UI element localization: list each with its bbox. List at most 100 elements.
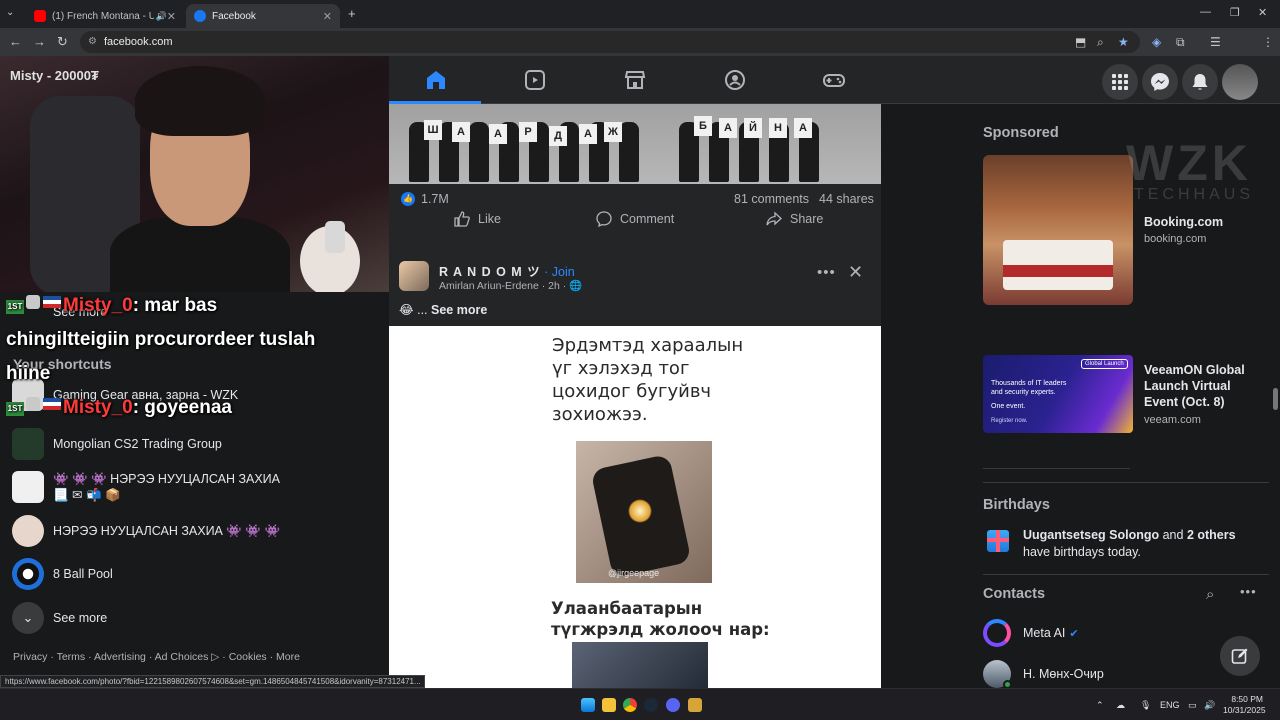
browser-menu-icon[interactable]: ⋮ — [1262, 35, 1274, 49]
veeam-ad-image[interactable]: Global Launch Thousands of IT leaders an… — [983, 355, 1133, 433]
zoom-icon[interactable]: ⌕ — [1097, 35, 1104, 50]
show-hidden-icons[interactable]: ⌃ — [1096, 700, 1104, 711]
maximize-icon[interactable]: ❐ — [1230, 6, 1240, 19]
meme-line: Улаанбаатарын — [551, 599, 703, 618]
bookmark-star-icon[interactable]: ★ — [1118, 35, 1129, 49]
see-more-link[interactable]: See more — [431, 303, 487, 317]
sponsored-heading: Sponsored — [983, 125, 1059, 141]
clock[interactable]: 8:50 PM 10/31/2025 — [1223, 694, 1266, 716]
volume-icon[interactable]: 🔊 — [1204, 700, 1215, 711]
discord-icon[interactable] — [666, 698, 680, 712]
post-time[interactable]: 2h — [548, 280, 560, 292]
post-photo[interactable]: Ш А А Р Д А Ж Б А Й Н А — [389, 104, 881, 184]
shortcut-label: 👾 👾 👾 НЭРЭЭ НУУЦАЛСАН ЗАХИА 📃 ✉ 📬 📦 — [53, 472, 281, 502]
shortcut-item[interactable]: НЭРЭЭ НУУЦАЛСАН ЗАХИА 👾 👾 👾 — [12, 515, 280, 547]
forward-icon[interactable]: → — [33, 34, 46, 49]
footer-ad-choices[interactable]: Ad Choices — [155, 651, 209, 663]
footer-cookies[interactable]: Cookies — [229, 651, 267, 663]
page-scrollbar[interactable] — [1270, 104, 1280, 688]
like-reaction-icon: 👍 — [401, 192, 415, 206]
network-icon[interactable]: ▭ — [1188, 700, 1197, 711]
post-author[interactable]: Amirlan Ariun-Erdene — [439, 280, 539, 292]
chat-username: Misty_0 — [63, 295, 133, 316]
see-more-button[interactable]: ⌄ See more — [12, 602, 107, 634]
close-tab-icon[interactable]: ✕ — [323, 10, 332, 23]
photo-person — [469, 122, 489, 182]
home-icon[interactable] — [424, 68, 448, 92]
site-info-icon[interactable]: ⚙ — [88, 36, 97, 47]
scrollbar-thumb[interactable] — [1273, 388, 1278, 410]
chat-badge — [26, 397, 40, 411]
group-name[interactable]: R A N D O M ツ — [439, 265, 541, 279]
tab-youtube[interactable]: (1) French Montana - Unfor 🔊 ✕ — [26, 4, 184, 28]
reload-icon[interactable]: ↻ — [57, 34, 68, 50]
contact-item[interactable]: Н. Мөнх-Очир — [983, 660, 1104, 689]
install-icon[interactable]: ⬒ — [1075, 35, 1086, 49]
booking-ad-image[interactable] — [983, 155, 1133, 305]
mic-icon[interactable]: 🎙 — [1140, 700, 1151, 711]
shortcut-item[interactable]: Mongolian CS2 Trading Group — [12, 428, 222, 460]
traffic-photo — [572, 642, 708, 688]
url-input[interactable]: ⚙ facebook.com — [80, 31, 1140, 53]
close-tab-icon[interactable]: ✕ — [167, 10, 176, 23]
onedrive-icon[interactable]: ☁ — [1116, 700, 1125, 711]
extensions-puzzle-icon[interactable]: ⧉ — [1176, 35, 1185, 50]
messenger-button[interactable] — [1142, 64, 1178, 100]
ad-name[interactable]: VeeamON Global Launch Virtual Event (Oct… — [1144, 362, 1254, 410]
menu-grid-button[interactable] — [1102, 64, 1138, 100]
shortcut-item[interactable]: 8 Ball Pool — [12, 558, 113, 590]
reels-icon[interactable] — [523, 68, 547, 92]
contacts-options-icon[interactable]: ••• — [1240, 584, 1257, 599]
back-icon[interactable]: ← — [9, 34, 22, 49]
chat-message: 1ST Misty_0: goyeenaa — [6, 397, 232, 419]
contacts-search-icon[interactable]: ⌕ — [1206, 586, 1214, 603]
tab-search-button[interactable]: ⌄ — [6, 7, 14, 18]
reaction-count[interactable]: 👍 1.7M — [401, 192, 449, 206]
streamer-hair — [135, 66, 265, 136]
gaming-icon[interactable] — [822, 68, 846, 92]
notifications-button[interactable] — [1182, 64, 1218, 100]
share-button[interactable]: Share — [766, 204, 823, 234]
contact-item[interactable]: Meta AI ✔ — [983, 619, 1079, 647]
tab-facebook[interactable]: Facebook ✕ — [186, 4, 340, 28]
shortcut-item[interactable]: 👾 👾 👾 НЭРЭЭ НУУЦАЛСАН ЗАХИА 📃 ✉ 📬 📦 — [12, 471, 293, 503]
extension-icon[interactable]: ◈ — [1152, 35, 1161, 49]
chrome-icon[interactable] — [623, 698, 637, 712]
chat-badge: 1ST — [6, 402, 24, 416]
groups-icon[interactable] — [723, 68, 747, 92]
share-count[interactable]: 44 shares — [819, 192, 874, 206]
ad-domain[interactable]: veeam.com — [1144, 414, 1201, 426]
join-link[interactable]: Join — [552, 265, 575, 279]
steam-icon[interactable] — [644, 698, 658, 712]
like-button[interactable]: Like — [454, 204, 501, 234]
account-avatar[interactable] — [1222, 64, 1258, 100]
hide-post-icon[interactable]: ✕ — [848, 262, 863, 283]
new-tab-button[interactable]: + — [348, 6, 356, 21]
file-explorer-icon[interactable] — [602, 698, 616, 712]
close-window-icon[interactable]: ✕ — [1258, 6, 1267, 19]
birthday-text[interactable]: Uugantsetseg Solongo and 2 others have b… — [1023, 527, 1263, 561]
minimize-icon[interactable]: — — [1200, 6, 1211, 18]
grid-icon — [1112, 74, 1128, 90]
divider — [983, 574, 1269, 575]
ad-domain[interactable]: booking.com — [1144, 233, 1206, 245]
language-indicator[interactable]: ENG — [1160, 700, 1180, 710]
footer-more[interactable]: More — [276, 651, 300, 663]
app-icon[interactable] — [688, 698, 702, 712]
footer-privacy[interactable]: Privacy — [13, 651, 47, 663]
new-message-button[interactable] — [1220, 636, 1260, 676]
post-options-icon[interactable]: ••• — [817, 264, 836, 281]
contacts-heading: Contacts — [983, 586, 1046, 602]
footer-terms[interactable]: Terms — [57, 651, 86, 663]
comment-button[interactable]: Comment — [596, 204, 674, 234]
messenger-icon — [1151, 73, 1169, 91]
windows-start-icon[interactable] — [581, 698, 595, 712]
post-meme-image[interactable]: Эрдэмтэд хараалын үг хэлэхэд тог цохидог… — [389, 326, 881, 688]
marketplace-icon[interactable] — [623, 68, 647, 92]
reading-list-icon[interactable]: ☰ — [1210, 35, 1221, 49]
flag-badge — [43, 296, 61, 308]
ad-name[interactable]: Booking.com — [1144, 215, 1223, 229]
see-more-label: See more — [53, 611, 108, 625]
group-avatar[interactable] — [399, 261, 429, 291]
footer-advertising[interactable]: Advertising — [94, 651, 146, 663]
